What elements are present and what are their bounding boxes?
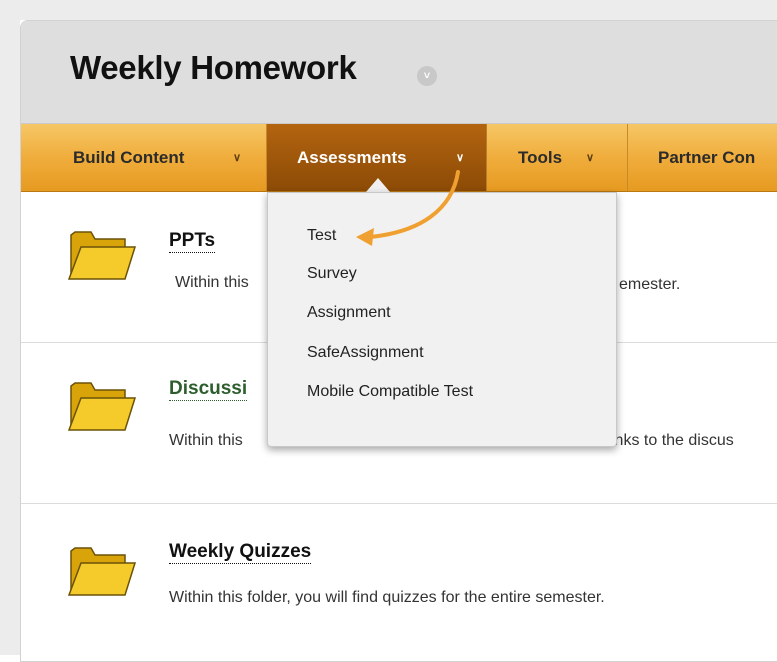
menu-item-test[interactable]: Test	[307, 227, 336, 245]
item-description: inks to the discus	[611, 432, 734, 449]
item-description: Within this	[169, 432, 243, 449]
item-description: emester.	[619, 276, 681, 293]
page-frame-left	[0, 0, 20, 655]
chevron-down-icon: ∨	[456, 152, 465, 164]
partner-content-label: Partner Con	[658, 148, 756, 167]
chevron-down-icon: ∨	[586, 152, 595, 164]
menu-item-survey[interactable]: Survey	[307, 265, 357, 283]
tools-button[interactable]: Tools ∨	[487, 124, 628, 191]
item-description: Within this	[175, 274, 249, 291]
build-content-button[interactable]: Build Content ∨	[21, 124, 267, 191]
folder-icon	[67, 382, 137, 431]
menu-item-assignment[interactable]: Assignment	[307, 304, 391, 322]
item-title-link[interactable]: Weekly Quizzes	[169, 541, 312, 564]
menu-item-safeassignment[interactable]: SafeAssignment	[307, 344, 424, 362]
tools-label: Tools	[518, 148, 563, 167]
item-title-link[interactable]: Discussi	[169, 378, 248, 401]
content-item: Weekly Quizzes Within this folder, you w…	[21, 504, 777, 661]
title-bar: Weekly Homework ˅	[21, 21, 777, 124]
assessments-menu: Test Survey Assignment SafeAssignment Mo…	[267, 192, 617, 447]
item-title-link[interactable]: PPTs	[169, 230, 216, 253]
menu-item-mobile-compatible-test[interactable]: Mobile Compatible Test	[307, 383, 473, 401]
assessments-label: Assessments	[297, 148, 407, 167]
chevron-down-icon[interactable]: ˅	[417, 66, 437, 86]
folder-icon	[67, 547, 137, 596]
action-bar: Build Content ∨ Assessments ∨ Tools ∨ Pa…	[21, 124, 777, 192]
page-title: Weekly Homework	[70, 49, 357, 86]
folder-icon	[67, 231, 137, 280]
chevron-down-icon: ∨	[233, 152, 242, 164]
page-frame-top	[0, 0, 777, 20]
menu-caret	[366, 178, 390, 192]
partner-content-button[interactable]: Partner Con	[628, 124, 777, 191]
item-description: Within this folder, you will find quizze…	[169, 589, 605, 606]
build-content-label: Build Content	[73, 148, 185, 167]
